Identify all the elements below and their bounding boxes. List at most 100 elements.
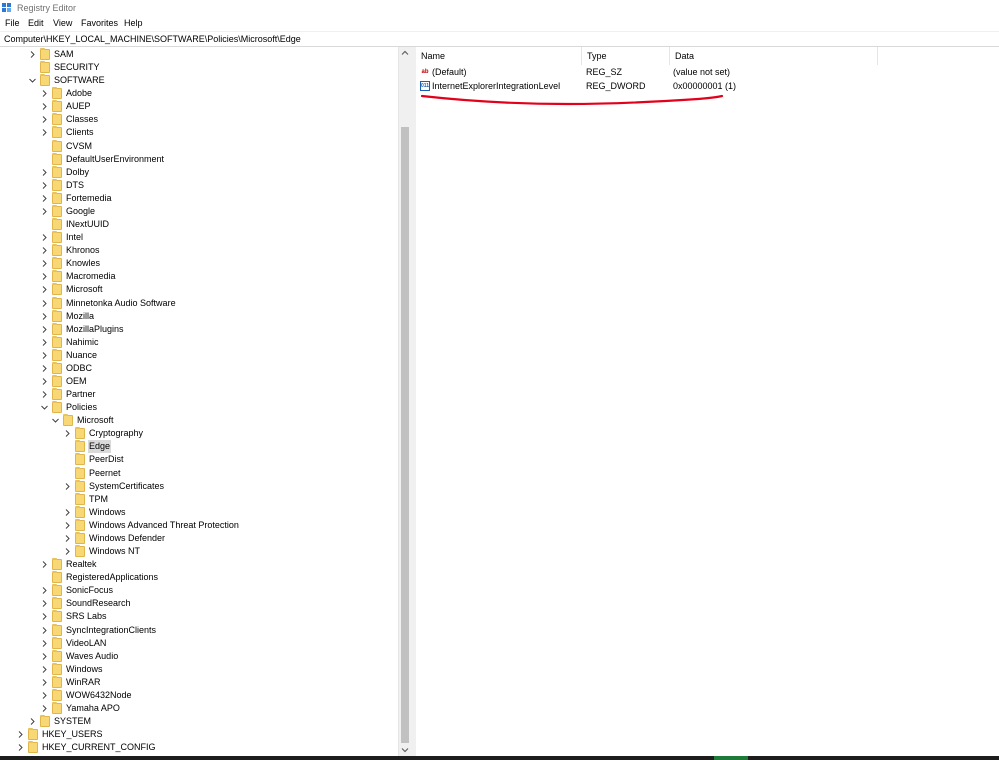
tree-node[interactable]: Fortemedia (0, 192, 398, 205)
menu-file[interactable]: File (5, 18, 20, 28)
menu-help[interactable]: Help (124, 18, 143, 28)
tree-node[interactable]: SECURITY (0, 61, 398, 74)
tree-node-label[interactable]: SOFTWARE (53, 74, 106, 87)
value-list[interactable]: Name Type Data ab (Default) REG_SZ (valu… (416, 47, 999, 756)
tree-node-label[interactable]: AUEP (65, 100, 92, 113)
tree-node[interactable]: Intel (0, 231, 398, 244)
chevron-right-icon[interactable] (17, 741, 24, 754)
menu-favorites[interactable]: Favorites (81, 18, 118, 28)
tree-node-label[interactable]: Realtek (65, 558, 98, 571)
chevron-right-icon[interactable] (41, 375, 48, 388)
chevron-right-icon[interactable] (41, 650, 48, 663)
tree-node[interactable]: ODBC (0, 362, 398, 375)
tree-vertical-scrollbar[interactable] (398, 47, 411, 756)
tree-node-label[interactable]: WOW6432Node (65, 689, 133, 702)
tree-node[interactable]: VideoLAN (0, 637, 398, 650)
value-row[interactable]: ab (Default) REG_SZ (value not set) (416, 65, 999, 79)
tree-node-label[interactable]: WinRAR (65, 676, 102, 689)
tree-node[interactable]: SAM (0, 48, 398, 61)
chevron-right-icon[interactable] (64, 427, 71, 440)
chevron-right-icon[interactable] (41, 362, 48, 375)
tree-node-label[interactable]: Dolby (65, 166, 90, 179)
tree-node[interactable]: Windows (0, 506, 398, 519)
tree-node-label[interactable]: VideoLAN (65, 637, 107, 650)
tree-node-label[interactable]: Cryptography (88, 427, 144, 440)
tree-node-label[interactable]: Windows NT (88, 545, 141, 558)
tree-node[interactable]: Peernet (0, 467, 398, 480)
tree-node-label[interactable]: Minnetonka Audio Software (65, 297, 177, 310)
tree-node-label[interactable]: Partner (65, 388, 97, 401)
tree-node[interactable]: RegisteredApplications (0, 571, 398, 584)
tree-node[interactable]: Windows Advanced Threat Protection (0, 519, 398, 532)
tree-node-label[interactable]: Macromedia (65, 270, 117, 283)
chevron-right-icon[interactable] (64, 545, 71, 558)
tree-node[interactable]: Waves Audio (0, 650, 398, 663)
chevron-right-icon[interactable] (41, 166, 48, 179)
chevron-right-icon[interactable] (41, 558, 48, 571)
address-bar[interactable]: Computer\HKEY_LOCAL_MACHINE\SOFTWARE\Pol… (0, 31, 999, 47)
tree-node[interactable]: Microsoft (0, 283, 398, 296)
chevron-right-icon[interactable] (41, 637, 48, 650)
tree-node[interactable]: Policies (0, 401, 398, 414)
tree-node-label[interactable]: Windows (65, 663, 104, 676)
chevron-down-icon[interactable] (41, 401, 48, 414)
tree-node[interactable]: Nahimic (0, 336, 398, 349)
tree-node-label[interactable]: Microsoft (76, 414, 115, 427)
value-row[interactable]: 011 InternetExplorerIntegrationLevel REG… (416, 79, 999, 93)
menu-view[interactable]: View (53, 18, 72, 28)
tree-node[interactable]: SOFTWARE (0, 74, 398, 87)
tree-node-label[interactable]: Fortemedia (65, 192, 113, 205)
tree-node[interactable]: Mozilla (0, 310, 398, 323)
chevron-right-icon[interactable] (64, 480, 71, 493)
chevron-right-icon[interactable] (41, 349, 48, 362)
tree-node[interactable]: TPM (0, 493, 398, 506)
chevron-down-icon[interactable] (29, 74, 36, 87)
tree-node-label[interactable]: SonicFocus (65, 584, 114, 597)
chevron-right-icon[interactable] (41, 610, 48, 623)
chevron-right-icon[interactable] (17, 728, 24, 741)
tree-node[interactable]: WOW6432Node (0, 689, 398, 702)
tree-node[interactable]: WinRAR (0, 676, 398, 689)
tree-node[interactable]: Windows Defender (0, 532, 398, 545)
tree-node-label[interactable]: Clients (65, 126, 95, 139)
chevron-right-icon[interactable] (41, 323, 48, 336)
tree-node-label[interactable]: SoundResearch (65, 597, 132, 610)
tree-node[interactable]: HKEY_CURRENT_CONFIG (0, 741, 398, 754)
tree-node[interactable]: OEM (0, 375, 398, 388)
chevron-right-icon[interactable] (41, 702, 48, 715)
address-path-input[interactable]: Computer\HKEY_LOCAL_MACHINE\SOFTWARE\Pol… (4, 34, 301, 44)
tree-node[interactable]: MozillaPlugins (0, 323, 398, 336)
tree-node[interactable]: AUEP (0, 100, 398, 113)
chevron-right-icon[interactable] (41, 257, 48, 270)
tree-node[interactable]: SoundResearch (0, 597, 398, 610)
chevron-right-icon[interactable] (41, 283, 48, 296)
tree-node[interactable]: SyncIntegrationClients (0, 624, 398, 637)
column-header-name[interactable]: Name (416, 47, 582, 65)
tree-node[interactable]: Khronos (0, 244, 398, 257)
tree-node-label[interactable]: SECURITY (53, 61, 101, 74)
tree-node-label[interactable]: PeerDist (88, 453, 125, 466)
scroll-down-arrow-icon[interactable] (399, 744, 411, 756)
tree-node[interactable]: INextUUID (0, 218, 398, 231)
tree-node[interactable]: Dolby (0, 166, 398, 179)
tree-node[interactable]: SRS Labs (0, 610, 398, 623)
column-header-type[interactable]: Type (582, 47, 670, 65)
scroll-up-arrow-icon[interactable] (399, 47, 411, 59)
tree-node[interactable]: HKEY_USERS (0, 728, 398, 741)
tree-node-label[interactable]: SyncIntegrationClients (65, 624, 157, 637)
tree-node[interactable]: CVSM (0, 140, 398, 153)
tree-node-label[interactable]: INextUUID (65, 218, 110, 231)
tree-node[interactable]: SonicFocus (0, 584, 398, 597)
menu-edit[interactable]: Edit (28, 18, 44, 28)
tree-node-label[interactable]: DefaultUserEnvironment (65, 153, 165, 166)
tree-node[interactable]: Windows NT (0, 545, 398, 558)
chevron-right-icon[interactable] (64, 519, 71, 532)
tree-node[interactable]: Knowles (0, 257, 398, 270)
tree-node-label[interactable]: Intel (65, 231, 84, 244)
tree-node[interactable]: DefaultUserEnvironment (0, 153, 398, 166)
tree-node-label[interactable]: Yamaha APO (65, 702, 121, 715)
chevron-right-icon[interactable] (41, 597, 48, 610)
chevron-right-icon[interactable] (64, 506, 71, 519)
tree-node[interactable]: Nuance (0, 349, 398, 362)
tree-node[interactable]: Cryptography (0, 427, 398, 440)
